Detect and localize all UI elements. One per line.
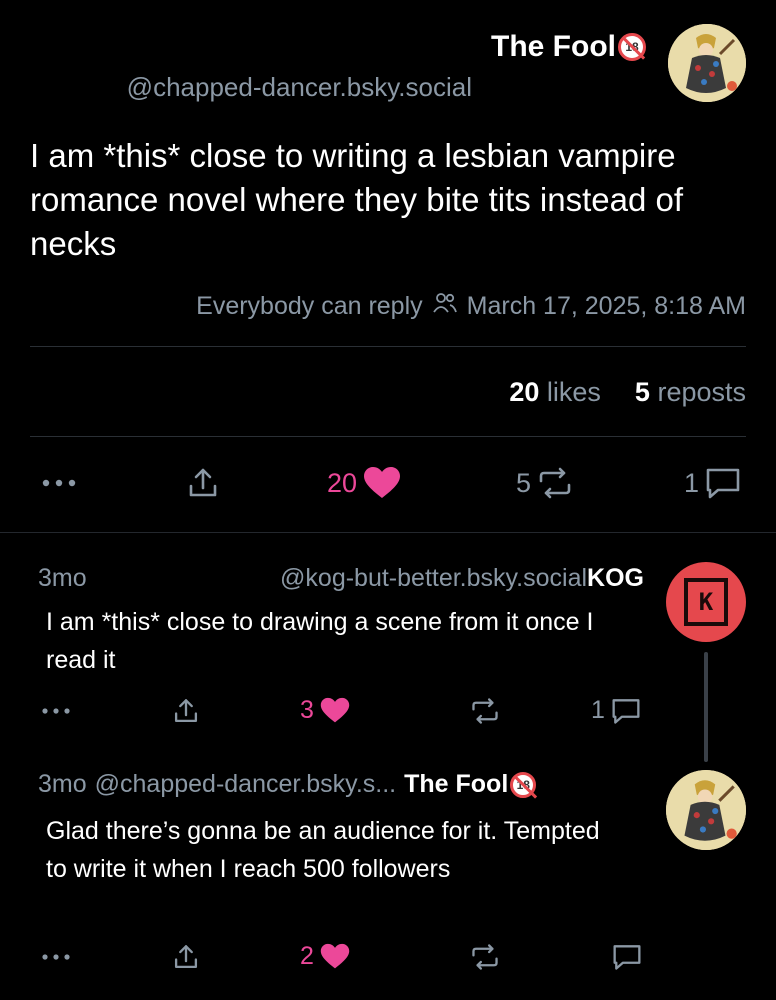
like-count: 20 <box>327 467 358 498</box>
reply-author-handle[interactable]: @chapped-dancer.bsky.s... <box>95 770 396 799</box>
repost-button[interactable] <box>470 943 500 971</box>
divider <box>30 346 746 347</box>
reply-text: Glad there’s gonna be an audience for it… <box>46 817 600 883</box>
reply-count: 1 <box>591 696 605 724</box>
reply-author[interactable]: @kog-but-better.bsky.social KOG <box>280 564 644 593</box>
repost-icon <box>539 467 571 499</box>
ellipsis-icon <box>42 479 76 487</box>
reply-author-avatar[interactable] <box>666 770 746 850</box>
reply-age: 3mo <box>38 564 87 592</box>
repost-button[interactable]: 5 <box>516 466 573 500</box>
like-button[interactable]: 3 <box>300 696 350 725</box>
share-button[interactable] <box>186 466 220 500</box>
post-author-name[interactable]: The Fool 18 <box>491 30 646 64</box>
reply-bubble-icon <box>706 468 740 499</box>
reply-bubble-icon <box>612 698 640 724</box>
reply-age: 3mo <box>38 770 87 798</box>
post-stats: 20 likes 5 reposts <box>509 377 746 408</box>
share-icon <box>174 945 198 969</box>
reply-author-display-name[interactable]: The Fool <box>404 770 508 799</box>
reply-header: 3mo @chapped-dancer.bsky.s... The Fool 1… <box>38 770 537 799</box>
people-icon <box>432 292 457 321</box>
more-options-button[interactable] <box>40 468 80 498</box>
reply-button[interactable]: 1 <box>591 696 641 725</box>
repost-count: 5 <box>516 467 532 498</box>
adult-content-badge-icon: 18 <box>618 33 646 61</box>
heart-filled-icon <box>364 467 401 498</box>
reply-author-display-name: KOG <box>587 564 644 592</box>
post-meta: Everybody can reply March 17, 2025, 8:18… <box>196 292 746 321</box>
share-button[interactable] <box>172 697 200 725</box>
post-author-avatar[interactable] <box>668 24 746 102</box>
heart-filled-icon <box>320 697 350 723</box>
divider <box>30 436 746 437</box>
reply-count: 1 <box>684 467 700 498</box>
reply-text: I am *this* close to drawing a scene fro… <box>46 608 594 674</box>
ellipsis-icon <box>42 708 70 714</box>
repost-icon <box>472 944 498 970</box>
like-button[interactable]: 20 <box>327 466 401 500</box>
divider <box>0 532 776 533</box>
like-button[interactable]: 2 <box>300 942 350 971</box>
like-count: 2 <box>300 942 314 970</box>
post-author-handle[interactable]: @chapped-dancer.bsky.social <box>127 72 472 103</box>
reply-button[interactable] <box>612 943 642 971</box>
reply-author-avatar[interactable]: K <box>666 562 746 642</box>
kog-logo-icon: K <box>684 578 728 626</box>
reply-bubble-icon <box>613 945 641 970</box>
reply-button[interactable]: 1 <box>684 466 741 500</box>
reply-setting-label[interactable]: Everybody can reply <box>196 292 423 321</box>
share-button[interactable] <box>172 943 200 971</box>
more-options-button[interactable] <box>40 698 74 724</box>
repost-icon <box>472 698 498 724</box>
post-author-display-name: The Fool <box>491 30 616 63</box>
more-options-button[interactable] <box>40 944 74 970</box>
thread-line <box>704 652 708 762</box>
share-icon <box>189 468 217 497</box>
repost-button[interactable] <box>470 697 500 725</box>
ellipsis-icon <box>42 954 70 960</box>
heart-filled-icon <box>320 943 350 969</box>
likes-stat[interactable]: 20 likes <box>509 377 601 408</box>
post-timestamp: March 17, 2025, 8:18 AM <box>466 292 746 320</box>
like-count: 3 <box>300 696 314 724</box>
post-text: I am *this* close to writing a lesbian v… <box>30 137 684 262</box>
share-icon <box>174 699 198 723</box>
adult-content-badge-icon: 18 <box>510 771 537 798</box>
reply-author-handle: @kog-but-better.bsky.social <box>280 564 588 592</box>
reposts-stat[interactable]: 5 reposts <box>635 377 746 408</box>
